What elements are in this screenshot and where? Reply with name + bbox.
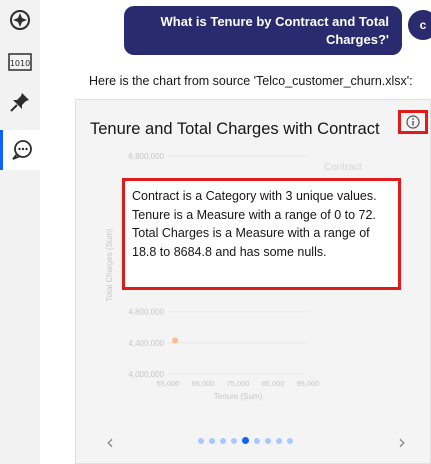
pagination-dot-active[interactable] xyxy=(242,437,249,444)
y-tick-label: 4,000,000 xyxy=(128,370,164,379)
legend-title: Contract xyxy=(324,162,362,173)
chart-title: Tenure and Total Charges with Contract xyxy=(90,120,380,138)
info-button[interactable] xyxy=(398,110,428,134)
sidebar: 1010 xyxy=(0,0,40,464)
sidebar-item-pins[interactable] xyxy=(0,82,40,122)
pagination-dot[interactable] xyxy=(254,438,260,444)
x-tick-label: 95,000 xyxy=(297,379,320,388)
pagination-dots xyxy=(198,436,293,446)
previous-chart-button[interactable]: ‹ xyxy=(106,432,114,452)
data-source-label: 1010 xyxy=(10,59,30,68)
info-icon xyxy=(406,115,420,129)
info-line: Contract is a Category with 3 unique val… xyxy=(132,189,377,203)
info-line: Tenure is a Measure with a range of 0 to… xyxy=(132,207,376,222)
info-line: 18.8 to 8684.8 and has some nulls. xyxy=(132,244,327,259)
pagination-dot[interactable] xyxy=(276,438,282,444)
avatar: c xyxy=(408,10,431,40)
data-source-icon: 1010 xyxy=(8,53,32,71)
x-tick-label: 85,000 xyxy=(262,379,285,388)
navigate-icon xyxy=(10,10,30,30)
x-tick-label: 75,000 xyxy=(227,379,250,388)
pagination-dot[interactable] xyxy=(287,438,293,444)
chat-icon xyxy=(11,140,32,160)
pagination-dot[interactable] xyxy=(265,438,271,444)
assistant-message: Here is the chart from source 'Telco_cus… xyxy=(89,74,413,88)
pagination-dot[interactable] xyxy=(209,438,215,444)
y-tick-label: 4,800,000 xyxy=(128,308,164,317)
pin-icon xyxy=(10,93,29,112)
pagination-dot[interactable] xyxy=(231,438,237,444)
chart-card: Tenure and Total Charges with Contract 6… xyxy=(75,99,431,464)
pagination-dot[interactable] xyxy=(220,438,226,444)
x-tick-label: 55,000 xyxy=(157,379,180,388)
sidebar-item-chat[interactable] xyxy=(0,130,40,170)
info-line: Total Charges is a Measure with a range … xyxy=(132,226,370,240)
user-question: What is Tenure by Contract and Total Cha… xyxy=(160,14,389,47)
sidebar-item-data[interactable]: 1010 xyxy=(0,42,40,82)
next-chart-button[interactable]: › xyxy=(398,432,406,452)
y-tick-label: 6,800,000 xyxy=(128,152,164,161)
x-tick-label: 65,000 xyxy=(192,379,215,388)
scatter-point xyxy=(172,337,178,344)
y-tick-label: 4,400,000 xyxy=(128,339,164,348)
sidebar-item-navigate[interactable] xyxy=(0,0,40,40)
user-message-bubble: What is Tenure by Contract and Total Cha… xyxy=(124,6,402,55)
y-axis-label: Total Charges (Sum) xyxy=(105,228,114,302)
x-axis-label: Tenure (Sum) xyxy=(214,392,263,401)
chart-info-tooltip: Contract is a Category with 3 unique val… xyxy=(122,178,401,290)
pagination-dot[interactable] xyxy=(198,438,204,444)
